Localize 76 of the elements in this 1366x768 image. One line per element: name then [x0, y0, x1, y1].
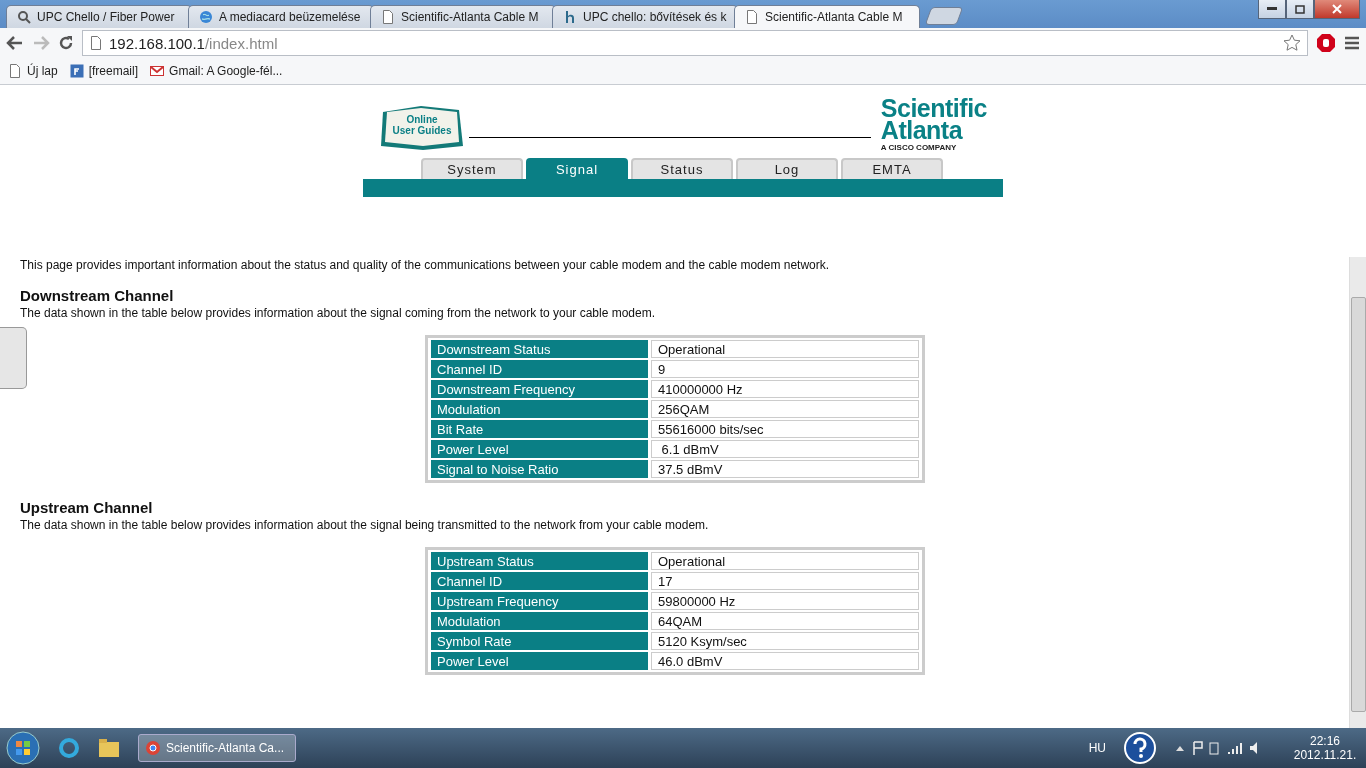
- section-description: The data shown in the table below provides information about the signal being transmitted to the network from your cable modem.: [20, 518, 710, 532]
- row-value: 9: [651, 360, 919, 378]
- taskbar-window-button[interactable]: Scientific-Atlanta Ca...: [138, 734, 296, 762]
- page-icon: [89, 36, 103, 50]
- row-label: Bit Rate: [431, 420, 648, 438]
- row-label: Channel ID: [431, 360, 648, 378]
- browser-tab[interactable]: Scientific-Atlanta Cable M: [734, 5, 920, 28]
- row-value: 17: [651, 572, 919, 590]
- freemail-icon: [69, 64, 84, 78]
- row-value: 256QAM: [651, 400, 919, 418]
- nav-tab[interactable]: Signal: [526, 158, 628, 179]
- row-value: 55616000 bits/sec: [651, 420, 919, 438]
- row-label: Power Level: [431, 652, 648, 670]
- brand-tagline: A CISCO COMPANY: [880, 143, 958, 152]
- row-value: 6.1 dBmV: [651, 440, 919, 458]
- brand-name: Scientific: [880, 97, 987, 119]
- new-tab-button[interactable]: [924, 7, 964, 25]
- section-heading: Downstream Channel: [20, 287, 175, 304]
- row-label: Modulation: [431, 400, 648, 418]
- bookmark-link[interactable]: Új lap: [8, 64, 58, 78]
- section-description: The data shown in the table below provides information about the signal coming from the network to your cable modem.: [20, 306, 656, 320]
- side-panel-handle[interactable]: [0, 327, 27, 389]
- page-icon: [745, 10, 759, 24]
- url-text: 192.168.100.1/index.html: [109, 34, 278, 52]
- page-icon: [381, 10, 395, 24]
- bookmark-link[interactable]: Gmail: A Google-fél...: [150, 64, 283, 78]
- page-icon: [8, 64, 22, 78]
- nav-tab[interactable]: Log: [736, 158, 838, 179]
- globe-icon: [199, 10, 213, 24]
- intro-text: This page provides important information about the status and quality of the communications between your cable modem and the cable modem network.: [20, 259, 831, 271]
- reload-icon[interactable]: [58, 35, 74, 51]
- search-icon: [17, 10, 31, 24]
- help-icon[interactable]: [1124, 732, 1156, 764]
- book-icon: [381, 104, 463, 152]
- row-label: Downstream Status: [431, 340, 648, 358]
- clock[interactable]: 22:16 2012.11.21.: [1290, 734, 1360, 762]
- row-label: Channel ID: [431, 572, 648, 590]
- brand-name: Atlanta: [880, 119, 963, 141]
- bookmark-link[interactable]: [freemail]: [69, 64, 139, 78]
- language-indicator[interactable]: HU: [1088, 741, 1106, 755]
- row-label: Upstream Status: [431, 552, 648, 570]
- minimize-button[interactable]: [1258, 0, 1286, 19]
- row-label: Power Level: [431, 440, 648, 458]
- nav-tab[interactable]: Status: [631, 158, 733, 179]
- nav-tab[interactable]: EMTA: [841, 158, 943, 179]
- minimize-icon: [1267, 7, 1277, 11]
- row-label: Symbol Rate: [431, 632, 648, 650]
- maximize-button[interactable]: [1286, 0, 1314, 19]
- address-bar[interactable]: 192.168.100.1/index.html: [82, 30, 1308, 56]
- start-button[interactable]: [6, 731, 40, 765]
- mail-icon: [150, 64, 165, 78]
- scrollbar[interactable]: [1349, 257, 1366, 728]
- scroll-thumb[interactable]: [1350, 297, 1366, 712]
- row-value: 64QAM: [651, 612, 919, 630]
- row-value: 5120 Ksym/sec: [651, 632, 919, 650]
- row-value: Operational: [651, 340, 919, 358]
- star-icon[interactable]: [1283, 34, 1301, 52]
- row-label: Modulation: [431, 612, 648, 630]
- section-heading: Upstream Channel: [20, 499, 154, 516]
- row-label: Downstream Frequency: [431, 380, 648, 398]
- row-value: 59800000 Hz: [651, 592, 919, 610]
- restore-icon: [1295, 4, 1305, 14]
- row-label: Upstream Frequency: [431, 592, 648, 610]
- row-value: Operational: [651, 552, 919, 570]
- letter-icon: [563, 10, 577, 24]
- stop-sign-icon[interactable]: [1316, 33, 1336, 53]
- folder-icon[interactable]: [98, 738, 120, 758]
- row-value: 37.5 dBmV: [651, 460, 919, 478]
- back-icon[interactable]: [6, 35, 24, 51]
- row-value: 46.0 dBmV: [651, 652, 919, 670]
- row-value: 410000000 Hz: [651, 380, 919, 398]
- row-label: Signal to Noise Ratio: [431, 460, 648, 478]
- close-icon: [1332, 4, 1342, 14]
- close-button[interactable]: [1314, 0, 1360, 19]
- menu-icon[interactable]: [1344, 36, 1360, 50]
- nav-tab[interactable]: System: [421, 158, 523, 179]
